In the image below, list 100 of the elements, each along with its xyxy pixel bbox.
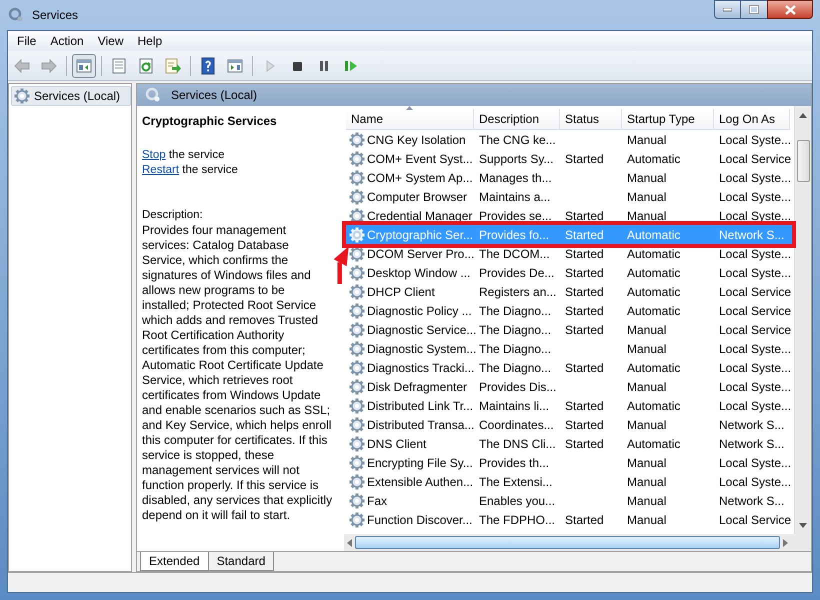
table-cell-text: Started [565, 208, 604, 224]
table-cell-text: DNS Client [367, 436, 426, 452]
column-header[interactable]: Status [560, 109, 622, 130]
close-icon [784, 4, 796, 14]
action-text: Restart the service [142, 163, 239, 178]
table-row[interactable]: Diagnostic System... The Diagno... Manual Local Syste... [346, 339, 794, 358]
menu-item[interactable]: File [12, 32, 42, 50]
column-header[interactable]: Log On As [714, 109, 790, 130]
tab[interactable]: Extended [140, 552, 209, 571]
table-cell-text: Manual [627, 132, 666, 148]
table-cell-text: Manual [627, 416, 666, 434]
table-row[interactable]: COM+ System Ap... Manages th... Manual Local Syste... [346, 168, 794, 187]
vertical-scrollbar[interactable] [794, 106, 811, 534]
console-tree-icon[interactable] [72, 54, 96, 78]
description-label: Description: [142, 208, 204, 223]
table-row[interactable]: DNS Client The DNS Cli... Started Automatic Network S... [346, 434, 794, 453]
gear-icon [349, 132, 365, 148]
table-row[interactable]: Distributed Transa... Coordinates... Started Manual Network S... [346, 415, 794, 434]
services-icon [8, 7, 24, 23]
table-cell-text: The DCOM... [479, 246, 550, 262]
table-cell-text: Local Syste... [719, 264, 792, 282]
column-header[interactable]: Startup Type [622, 109, 714, 130]
scroll-right-icon[interactable] [783, 538, 788, 546]
table-row[interactable]: Diagnostic Service... The Diagno... Started Manual Local Service [346, 320, 794, 339]
table-cell-text: Manual [627, 474, 666, 490]
maximize-button[interactable] [741, 0, 767, 19]
table-cell-text: Local Syste... [719, 208, 792, 224]
table-row[interactable]: Distributed Link Tr... Maintains li... Started Automatic Local Syste... [346, 396, 794, 415]
menu-item[interactable]: Action [45, 32, 89, 50]
table-row[interactable]: Diagnostics Tracki... The Diagno... Started Automatic Local Syste... [346, 358, 794, 377]
table-cell-text: Started [565, 436, 604, 452]
table-cell-text: Local Syste... [719, 360, 792, 376]
table-row[interactable]: COM+ Event Syst... Supports Sy... Started Automatic Local Service [346, 149, 794, 168]
gear-icon [349, 208, 365, 224]
gear-icon [349, 150, 365, 166]
tree-item[interactable]: Services (Local) [11, 86, 131, 106]
table-row[interactable]: Encrypting File Sy... Provides th... Manual Local Syste... [346, 453, 794, 472]
table-cell-text: Local Service [719, 322, 792, 338]
table-cell-text: Extensible Authen... [367, 474, 474, 490]
table-cell-text: Maintains li... [479, 398, 550, 414]
scroll-down-icon[interactable] [799, 523, 807, 528]
table-cell-text: Registers an... [479, 284, 556, 300]
horizontal-scrollbar[interactable] [344, 534, 811, 551]
table-cell-text: The CNG ke... [479, 132, 556, 148]
table-cell-text: Automatic [627, 150, 680, 168]
table-cell-text: Automatic [627, 436, 680, 452]
table-cell-text: Distributed Link Tr... [367, 398, 474, 414]
table-cell-text: Started [565, 246, 604, 262]
gear-icon [349, 284, 365, 300]
action-link[interactable]: Stop [142, 149, 166, 161]
table-row[interactable]: Disk Defragmenter Provides Dis... Manual Local Syste... [346, 377, 794, 396]
table-cell-text: The Diagno... [479, 302, 552, 320]
column-header[interactable]: Description [474, 109, 560, 130]
gear-icon [349, 474, 365, 490]
table-cell-text: Started [565, 398, 604, 414]
service-title: Cryptographic Services [142, 113, 278, 130]
table-cell-text: Diagnostic Policy ... [367, 302, 472, 320]
action-link[interactable]: Restart [142, 164, 180, 176]
table-row[interactable]: Desktop Window ... Provides De... Started Automatic Local Syste... [346, 263, 794, 282]
table-row[interactable]: Function Discover... The FDPHO... Started Manual Local Service [346, 510, 794, 529]
table-row[interactable]: DHCP Client Registers an... Started Automatic Local Service [346, 282, 794, 301]
minimize-button[interactable] [714, 0, 741, 19]
table-cell-text: Automatic [627, 360, 680, 376]
close-button[interactable] [767, 0, 813, 19]
table-cell-text: Manages th... [479, 170, 552, 186]
tab[interactable]: Standard [208, 552, 274, 571]
table-cell-text: Started [565, 150, 604, 168]
table-cell-text: Started [565, 264, 604, 282]
table-cell-text: CNG Key Isolation [367, 132, 466, 148]
table-cell-text: Local Service [719, 512, 792, 528]
table-cell-text: Started [565, 302, 604, 320]
table-cell-text: Enables you... [479, 492, 556, 510]
table-row[interactable]: Fax Enables you... Manual Network S... [346, 491, 794, 510]
gear-icon [349, 360, 365, 376]
table-row[interactable]: DCOM Server Pro... The DCOM... Started Automatic Local Syste... [346, 244, 794, 263]
scroll-thumb[interactable] [355, 536, 780, 549]
table-cell-text: Diagnostics Tracki... [367, 360, 474, 376]
column-header[interactable]: Name [346, 109, 474, 130]
table-row[interactable]: Computer Browser Maintains a... Manual Local Syste... [346, 187, 794, 206]
table-cell-text: Cryptographic Ser... [367, 226, 474, 244]
gear-icon [14, 88, 30, 104]
table-cell-text: Diagnostic Service... [367, 322, 476, 338]
scroll-left-icon[interactable] [347, 538, 352, 546]
menu-item[interactable]: Help [132, 32, 168, 50]
table-cell-text: Encrypting File Sy... [367, 454, 473, 472]
table-row[interactable]: CNG Key Isolation The CNG ke... Manual Local Syste... [346, 130, 794, 149]
scroll-thumb[interactable] [796, 140, 810, 182]
scroll-up-icon[interactable] [799, 113, 807, 118]
table-cell-text: The DNS Cli... [479, 436, 556, 452]
table-row[interactable]: Credential Manager Provides se... Started Manual Local Syste... [346, 206, 794, 225]
table-row[interactable]: Diagnostic Policy ... The Diagno... Started Automatic Local Service [346, 301, 794, 320]
table-cell-text: Started [565, 512, 604, 528]
services-icon [145, 87, 161, 103]
gear-icon [349, 416, 365, 432]
table-cell-text: Manual [627, 188, 666, 206]
table-cell-text: COM+ Event Syst... [367, 150, 473, 168]
table-cell-text: Automatic [627, 398, 680, 414]
table-cell-text: Started [565, 284, 604, 300]
menu-item[interactable]: View [92, 32, 128, 50]
table-row[interactable]: Extensible Authen... The Extensi... Manual Local Syste... [346, 472, 794, 491]
